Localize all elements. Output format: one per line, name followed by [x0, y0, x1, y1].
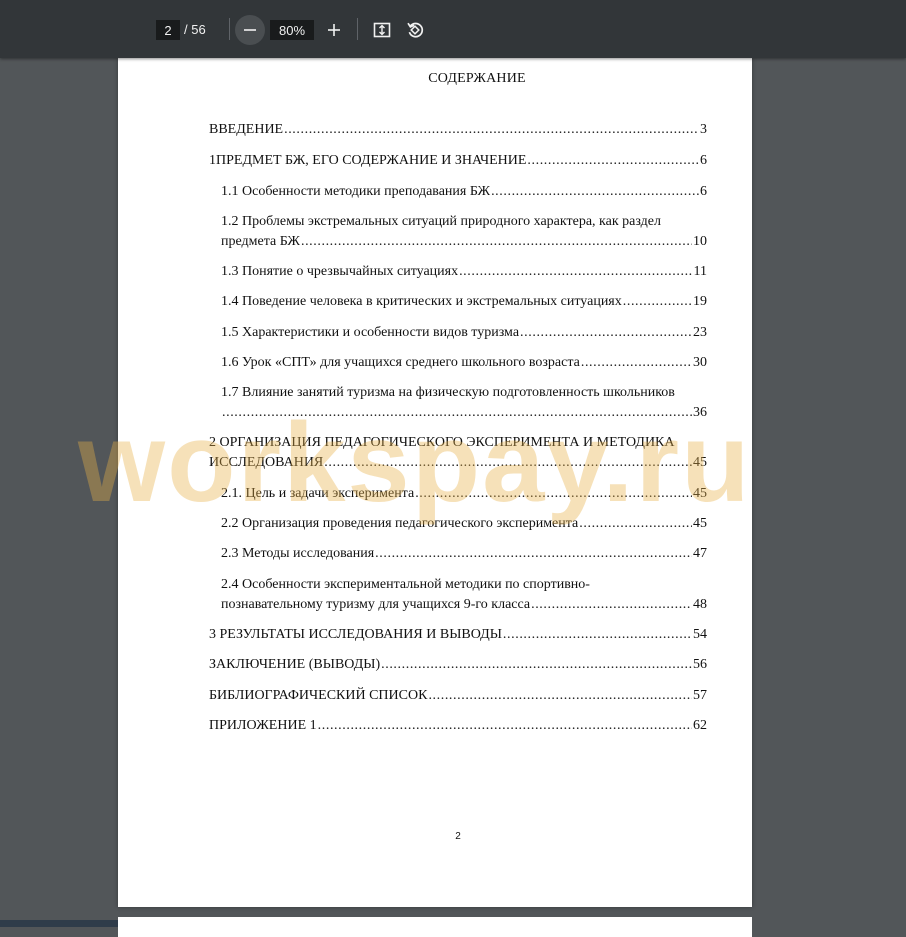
toc-entry-line: 1.7 Влияние занятий туризма на физическу… — [221, 385, 675, 400]
toc-leader — [301, 232, 692, 252]
toc-entry: 1.3 Понятие о чрезвычайных ситуациях 11 — [221, 262, 707, 282]
toc-page-number: 62 — [693, 718, 707, 733]
toc-entry-text: 1.4 Поведение человека в критических и э… — [221, 294, 622, 309]
toc-page-number: 45 — [693, 486, 707, 501]
toc-entry-text: предмета БЖ — [221, 234, 300, 249]
toc-entry-text: 1ПРЕДМЕТ БЖ, ЕГО СОДЕРЖАНИЕ И ЗНАЧЕНИЕ — [209, 153, 527, 168]
toc-page-number: 57 — [693, 688, 707, 703]
toc-entry-text: ПРИЛОЖЕНИЕ 1 — [209, 718, 317, 733]
toc-entry-text: 2.1. Цель и задачи эксперимента — [221, 486, 415, 501]
toc-entry-text: БИБЛИОГРАФИЧЕСКИЙ СПИСОК — [209, 688, 428, 703]
zoom-in-button[interactable] — [319, 15, 349, 45]
pdf-toolbar: / 56 — [0, 0, 906, 58]
page-total-label: / 56 — [184, 22, 206, 37]
pdf-page: СОДЕРЖАНИЕ ВВЕДЕНИЕ 3 1ПРЕДМЕТ БЖ, ЕГО СО… — [118, 58, 752, 907]
toc-entry: 1.7 Влияние занятий туризма на физическу… — [221, 383, 707, 423]
toc-entry-text: 2.3 Методы исследования — [221, 546, 375, 561]
toc-page-number: 45 — [693, 455, 707, 470]
toc-leader — [459, 262, 692, 282]
toc-entry: 1.4 Поведение человека в критических и э… — [221, 292, 707, 312]
toc-page-number: 3 — [700, 122, 707, 137]
toc-leader — [375, 544, 692, 564]
toc-entry-line: 1.2 Проблемы экстремальных ситуаций прир… — [221, 214, 661, 229]
toc-leader — [503, 625, 692, 645]
toc-entry: ЗАКЛЮЧЕНИЕ (ВЫВОДЫ) 56 — [209, 655, 707, 675]
toc-entry-line: 2 ОРГАНИЗАЦИЯ ПЕДАГОГИЧЕСКОГО ЭКСПЕРИМЕН… — [209, 435, 675, 450]
toc-entry: ВВЕДЕНИЕ 3 — [209, 120, 707, 140]
toc-entry-text: 1.1 Особенности методики преподавания БЖ — [221, 184, 491, 199]
toc-entry-text: 1.3 Понятие о чрезвычайных ситуациях — [221, 264, 459, 279]
toc-entry-text: ИССЛЕДОВАНИЯ — [209, 455, 324, 470]
zoom-out-icon — [244, 29, 256, 31]
toc-entry: БИБЛИОГРАФИЧЕСКИЙ СПИСОК 57 — [209, 686, 707, 706]
toc-leader — [318, 716, 692, 736]
toc-page-number: 11 — [693, 264, 707, 279]
toc-entry-text: 1.6 Урок «СПТ» для учащихся среднего шко… — [221, 355, 580, 370]
toc-entry-line: 2.4 Особенности экспериментальной методи… — [221, 577, 590, 592]
toolbar-separator — [229, 18, 230, 40]
toc-page-number: 6 — [700, 153, 707, 168]
toolbar-separator — [357, 18, 358, 40]
toc-page-number: 56 — [693, 657, 707, 672]
toc-leader — [222, 403, 692, 423]
zoom-level-input[interactable] — [270, 20, 314, 40]
toc-page-number: 36 — [693, 405, 707, 420]
fit-page-icon — [373, 22, 391, 38]
zoom-in-icon — [328, 24, 340, 36]
rotate-button[interactable] — [400, 15, 430, 45]
toc-entry: 2.4 Особенности экспериментальной методи… — [221, 575, 707, 615]
toc-entry: 1.2 Проблемы экстремальных ситуаций прир… — [221, 212, 707, 252]
toc-entry: 2.3 Методы исследования 47 — [221, 544, 707, 564]
zoom-out-button[interactable] — [235, 15, 265, 45]
page-number-input[interactable] — [156, 20, 180, 40]
toc-entry: 1.1 Особенности методики преподавания БЖ… — [221, 182, 707, 202]
toc-entry-text: познавательному туризму для учащихся 9-г… — [221, 597, 531, 612]
toc-page-number: 30 — [693, 355, 707, 370]
toc-leader — [531, 595, 692, 615]
fit-page-button[interactable] — [367, 15, 397, 45]
bottom-strip — [0, 920, 118, 927]
toc-page-number: 19 — [693, 294, 707, 309]
toc-title: СОДЕРЖАНИЕ — [428, 71, 526, 86]
toc-page-number: 6 — [700, 184, 707, 199]
toc-leader — [428, 686, 692, 706]
next-pdf-page — [118, 917, 752, 937]
toc-leader — [623, 292, 692, 312]
toc-leader — [381, 655, 692, 675]
toc-leader — [520, 323, 692, 343]
toc-leader — [324, 453, 692, 473]
toc-entry: 2.2 Организация проведения педагогическо… — [221, 514, 707, 534]
toc-entry-text: 3 РЕЗУЛЬТАТЫ ИССЛЕДОВАНИЯ И ВЫВОДЫ — [209, 627, 502, 642]
toc-entry: 2 ОРГАНИЗАЦИЯ ПЕДАГОГИЧЕСКОГО ЭКСПЕРИМЕН… — [209, 433, 707, 473]
toc-entry: 2.1. Цель и задачи эксперимента 45 — [221, 484, 707, 504]
toc-entry: 3 РЕЗУЛЬТАТЫ ИССЛЕДОВАНИЯ И ВЫВОДЫ 54 — [209, 625, 707, 645]
toc-page-number: 23 — [693, 325, 707, 340]
toc-page-number: 48 — [693, 597, 707, 612]
toc-leader — [579, 514, 692, 534]
toc-leader — [491, 182, 699, 202]
toc-leader — [581, 353, 692, 373]
toc-entry-text: ЗАКЛЮЧЕНИЕ (ВЫВОДЫ) — [209, 657, 381, 672]
toc-entry-text: 2.2 Организация проведения педагогическо… — [221, 516, 579, 531]
toc-leader — [284, 120, 699, 140]
toc-page-number: 45 — [693, 516, 707, 531]
toc-entry: 1.5 Характеристики и особенности видов т… — [221, 323, 707, 343]
toc-entry: 1ПРЕДМЕТ БЖ, ЕГО СОДЕРЖАНИЕ И ЗНАЧЕНИЕ 6 — [209, 151, 707, 171]
page-footer-number: 2 — [455, 831, 461, 842]
toc-page-number: 47 — [693, 546, 707, 561]
toc-entry-text: 1.5 Характеристики и особенности видов т… — [221, 325, 520, 340]
toc-leader — [527, 151, 699, 171]
toc-page-number: 10 — [693, 234, 707, 249]
rotate-icon — [407, 22, 424, 38]
toc-entry: ПРИЛОЖЕНИЕ 1 62 — [209, 716, 707, 736]
toc-leader — [415, 484, 692, 504]
toc-page-number: 54 — [693, 627, 707, 642]
toc-entry: 1.6 Урок «СПТ» для учащихся среднего шко… — [221, 353, 707, 373]
toc-entry-text: ВВЕДЕНИЕ — [209, 122, 284, 137]
